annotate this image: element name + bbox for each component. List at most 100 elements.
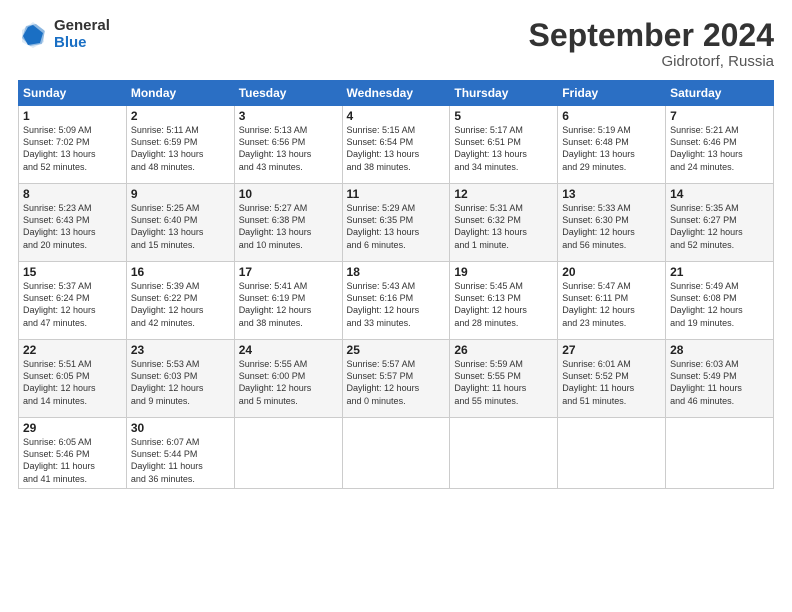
day-number: 19 — [454, 265, 553, 279]
day-number: 25 — [347, 343, 446, 357]
calendar-cell: 10Sunrise: 5:27 AM Sunset: 6:38 PM Dayli… — [234, 184, 342, 262]
day-info: Sunrise: 5:29 AM Sunset: 6:35 PM Dayligh… — [347, 202, 446, 251]
day-number: 2 — [131, 109, 230, 123]
day-number: 26 — [454, 343, 553, 357]
day-number: 20 — [562, 265, 661, 279]
calendar-cell: 20Sunrise: 5:47 AM Sunset: 6:11 PM Dayli… — [558, 262, 666, 340]
calendar-cell: 18Sunrise: 5:43 AM Sunset: 6:16 PM Dayli… — [342, 262, 450, 340]
day-number: 17 — [239, 265, 338, 279]
calendar-cell: 9Sunrise: 5:25 AM Sunset: 6:40 PM Daylig… — [126, 184, 234, 262]
day-info: Sunrise: 5:27 AM Sunset: 6:38 PM Dayligh… — [239, 202, 338, 251]
day-info: Sunrise: 5:19 AM Sunset: 6:48 PM Dayligh… — [562, 124, 661, 173]
day-number: 1 — [23, 109, 122, 123]
weekday-header: Tuesday — [234, 81, 342, 106]
day-info: Sunrise: 5:45 AM Sunset: 6:13 PM Dayligh… — [454, 280, 553, 329]
calendar-cell: 1Sunrise: 5:09 AM Sunset: 7:02 PM Daylig… — [19, 106, 127, 184]
day-number: 28 — [670, 343, 769, 357]
day-info: Sunrise: 5:33 AM Sunset: 6:30 PM Dayligh… — [562, 202, 661, 251]
day-number: 23 — [131, 343, 230, 357]
calendar-cell: 19Sunrise: 5:45 AM Sunset: 6:13 PM Dayli… — [450, 262, 558, 340]
day-info: Sunrise: 5:41 AM Sunset: 6:19 PM Dayligh… — [239, 280, 338, 329]
calendar-cell: 22Sunrise: 5:51 AM Sunset: 6:05 PM Dayli… — [19, 340, 127, 418]
day-number: 29 — [23, 421, 122, 435]
day-number: 30 — [131, 421, 230, 435]
day-number: 18 — [347, 265, 446, 279]
calendar-cell: 28Sunrise: 6:03 AM Sunset: 5:49 PM Dayli… — [666, 340, 774, 418]
calendar-cell: 17Sunrise: 5:41 AM Sunset: 6:19 PM Dayli… — [234, 262, 342, 340]
day-number: 4 — [347, 109, 446, 123]
day-number: 9 — [131, 187, 230, 201]
day-info: Sunrise: 6:03 AM Sunset: 5:49 PM Dayligh… — [670, 358, 769, 407]
calendar-cell: 5Sunrise: 5:17 AM Sunset: 6:51 PM Daylig… — [450, 106, 558, 184]
day-info: Sunrise: 5:15 AM Sunset: 6:54 PM Dayligh… — [347, 124, 446, 173]
day-number: 27 — [562, 343, 661, 357]
calendar-cell: 8Sunrise: 5:23 AM Sunset: 6:43 PM Daylig… — [19, 184, 127, 262]
weekday-header: Sunday — [19, 81, 127, 106]
logo-icon — [18, 20, 48, 50]
day-info: Sunrise: 5:37 AM Sunset: 6:24 PM Dayligh… — [23, 280, 122, 329]
day-number: 3 — [239, 109, 338, 123]
calendar-cell: 4Sunrise: 5:15 AM Sunset: 6:54 PM Daylig… — [342, 106, 450, 184]
day-number: 10 — [239, 187, 338, 201]
calendar-cell: 15Sunrise: 5:37 AM Sunset: 6:24 PM Dayli… — [19, 262, 127, 340]
weekday-header: Monday — [126, 81, 234, 106]
logo-general-text: General — [54, 18, 110, 35]
day-info: Sunrise: 6:07 AM Sunset: 5:44 PM Dayligh… — [131, 436, 230, 485]
calendar-cell: 3Sunrise: 5:13 AM Sunset: 6:56 PM Daylig… — [234, 106, 342, 184]
day-number: 8 — [23, 187, 122, 201]
day-info: Sunrise: 5:23 AM Sunset: 6:43 PM Dayligh… — [23, 202, 122, 251]
calendar-cell — [450, 418, 558, 489]
day-number: 13 — [562, 187, 661, 201]
day-info: Sunrise: 5:53 AM Sunset: 6:03 PM Dayligh… — [131, 358, 230, 407]
calendar-cell: 29Sunrise: 6:05 AM Sunset: 5:46 PM Dayli… — [19, 418, 127, 489]
day-number: 12 — [454, 187, 553, 201]
calendar-cell — [342, 418, 450, 489]
weekday-header: Saturday — [666, 81, 774, 106]
day-info: Sunrise: 6:01 AM Sunset: 5:52 PM Dayligh… — [562, 358, 661, 407]
day-number: 21 — [670, 265, 769, 279]
day-number: 11 — [347, 187, 446, 201]
day-number: 24 — [239, 343, 338, 357]
day-info: Sunrise: 5:47 AM Sunset: 6:11 PM Dayligh… — [562, 280, 661, 329]
calendar-title: September 2024 — [529, 18, 774, 53]
weekday-header: Thursday — [450, 81, 558, 106]
day-info: Sunrise: 5:25 AM Sunset: 6:40 PM Dayligh… — [131, 202, 230, 251]
day-number: 16 — [131, 265, 230, 279]
calendar-table: SundayMondayTuesdayWednesdayThursdayFrid… — [18, 80, 774, 489]
weekday-header: Wednesday — [342, 81, 450, 106]
calendar-cell — [666, 418, 774, 489]
calendar-cell: 25Sunrise: 5:57 AM Sunset: 5:57 PM Dayli… — [342, 340, 450, 418]
calendar-cell: 30Sunrise: 6:07 AM Sunset: 5:44 PM Dayli… — [126, 418, 234, 489]
day-info: Sunrise: 5:55 AM Sunset: 6:00 PM Dayligh… — [239, 358, 338, 407]
calendar-cell: 21Sunrise: 5:49 AM Sunset: 6:08 PM Dayli… — [666, 262, 774, 340]
title-block: September 2024 Gidrotorf, Russia — [529, 18, 774, 70]
day-number: 6 — [562, 109, 661, 123]
day-info: Sunrise: 5:39 AM Sunset: 6:22 PM Dayligh… — [131, 280, 230, 329]
calendar-cell: 11Sunrise: 5:29 AM Sunset: 6:35 PM Dayli… — [342, 184, 450, 262]
calendar-cell: 6Sunrise: 5:19 AM Sunset: 6:48 PM Daylig… — [558, 106, 666, 184]
calendar-cell — [558, 418, 666, 489]
calendar-cell — [234, 418, 342, 489]
calendar-cell: 12Sunrise: 5:31 AM Sunset: 6:32 PM Dayli… — [450, 184, 558, 262]
day-number: 14 — [670, 187, 769, 201]
day-info: Sunrise: 5:49 AM Sunset: 6:08 PM Dayligh… — [670, 280, 769, 329]
day-info: Sunrise: 5:43 AM Sunset: 6:16 PM Dayligh… — [347, 280, 446, 329]
day-info: Sunrise: 5:51 AM Sunset: 6:05 PM Dayligh… — [23, 358, 122, 407]
day-info: Sunrise: 5:11 AM Sunset: 6:59 PM Dayligh… — [131, 124, 230, 173]
day-info: Sunrise: 5:21 AM Sunset: 6:46 PM Dayligh… — [670, 124, 769, 173]
calendar-cell: 13Sunrise: 5:33 AM Sunset: 6:30 PM Dayli… — [558, 184, 666, 262]
day-info: Sunrise: 5:13 AM Sunset: 6:56 PM Dayligh… — [239, 124, 338, 173]
logo-blue-text: Blue — [54, 35, 110, 52]
day-number: 22 — [23, 343, 122, 357]
day-info: Sunrise: 5:59 AM Sunset: 5:55 PM Dayligh… — [454, 358, 553, 407]
calendar-cell: 26Sunrise: 5:59 AM Sunset: 5:55 PM Dayli… — [450, 340, 558, 418]
day-info: Sunrise: 5:57 AM Sunset: 5:57 PM Dayligh… — [347, 358, 446, 407]
day-number: 5 — [454, 109, 553, 123]
day-info: Sunrise: 5:09 AM Sunset: 7:02 PM Dayligh… — [23, 124, 122, 173]
page-header: General Blue September 2024 Gidrotorf, R… — [18, 18, 774, 70]
calendar-cell: 23Sunrise: 5:53 AM Sunset: 6:03 PM Dayli… — [126, 340, 234, 418]
weekday-header: Friday — [558, 81, 666, 106]
calendar-header-row: SundayMondayTuesdayWednesdayThursdayFrid… — [19, 81, 774, 106]
day-number: 7 — [670, 109, 769, 123]
day-info: Sunrise: 6:05 AM Sunset: 5:46 PM Dayligh… — [23, 436, 122, 485]
